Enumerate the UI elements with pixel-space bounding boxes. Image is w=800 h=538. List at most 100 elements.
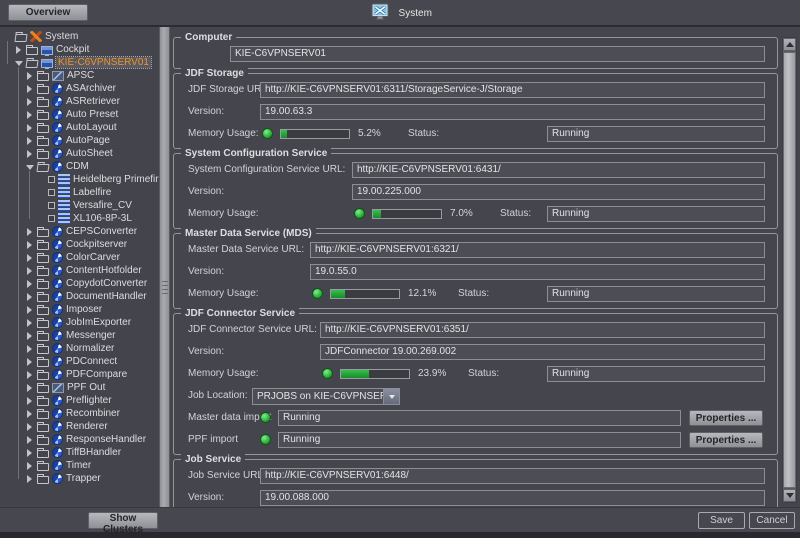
- expand-arrow-icon[interactable]: [26, 267, 34, 275]
- expand-arrow-icon[interactable]: [26, 137, 34, 145]
- expand-arrow-icon[interactable]: [26, 371, 34, 379]
- tree-item-asretriever[interactable]: ASRetriever: [0, 95, 159, 108]
- expand-arrow-icon[interactable]: [26, 293, 34, 301]
- expand-arrow-icon[interactable]: [26, 332, 34, 340]
- collapse-arrow-icon[interactable]: [26, 163, 34, 171]
- cancel-button[interactable]: Cancel: [749, 512, 795, 529]
- job-location-select[interactable]: PRJOBS on KIE-C6VPNSERV01: [252, 388, 400, 405]
- version-field[interactable]: 19.0.55.0: [310, 264, 765, 280]
- computer-name-field[interactable]: KIE-C6VPNSERV01: [230, 46, 765, 62]
- tree-item-apsc[interactable]: APSC: [0, 69, 159, 82]
- scroll-down-button[interactable]: [783, 489, 796, 502]
- tree-item-cockpitserver[interactable]: Cockpitserver: [0, 238, 159, 251]
- tree-item-documenthandler[interactable]: DocumentHandler: [0, 290, 159, 303]
- expand-arrow-icon[interactable]: [15, 46, 23, 54]
- system-configuration-service-url-field[interactable]: http://KIE-C6VPNSERV01:6431/: [352, 162, 765, 178]
- checkbox-icon[interactable]: [48, 189, 55, 196]
- tree-item-timer[interactable]: Timer: [0, 459, 159, 472]
- expand-arrow-icon[interactable]: [26, 228, 34, 236]
- checkbox-icon[interactable]: [48, 202, 55, 209]
- expand-arrow-icon[interactable]: [26, 241, 34, 249]
- checkbox-icon[interactable]: [48, 176, 55, 183]
- tree-item-autolayout[interactable]: AutoLayout: [0, 121, 159, 134]
- master-data-service-url-field[interactable]: http://KIE-C6VPNSERV01:6321/: [310, 242, 765, 258]
- tree-item-autosheet[interactable]: AutoSheet: [0, 147, 159, 160]
- expand-arrow-icon[interactable]: [26, 98, 34, 106]
- tree-item-kie-c6vpnserv01[interactable]: KIE-C6VPNSERV01: [0, 56, 159, 69]
- version-field[interactable]: 19.00.63.3: [260, 104, 765, 120]
- tree-item-tiffbhandler[interactable]: TiffBHandler: [0, 446, 159, 459]
- tree-item-pdfcompare[interactable]: PDFCompare: [0, 368, 159, 381]
- jdf-storage-url-field[interactable]: http://KIE-C6VPNSERV01:6311/StorageServi…: [260, 82, 765, 98]
- tree-item-asarchiver[interactable]: ASArchiver: [0, 82, 159, 95]
- tree-item-cockpit[interactable]: Cockpit: [0, 43, 159, 56]
- tree-item-versafire-cv[interactable]: Versafire_CV: [0, 199, 159, 212]
- collapse-arrow-icon[interactable]: [15, 59, 23, 67]
- status-field[interactable]: Running: [547, 126, 765, 142]
- tree-item-messenger[interactable]: Messenger: [0, 329, 159, 342]
- tree-item-pdconnect[interactable]: PDConnect: [0, 355, 159, 368]
- ppf-import-properties-button[interactable]: Properties ...: [689, 432, 763, 448]
- status-field[interactable]: Running: [547, 366, 765, 382]
- job-service-url-field[interactable]: http://KIE-C6VPNSERV01:6448/: [260, 468, 765, 484]
- tree-item-recombiner[interactable]: Recombiner: [0, 407, 159, 420]
- status-field[interactable]: Running: [547, 286, 765, 302]
- tree-item-heidelberg-primefire-106[interactable]: Heidelberg Primefire 106: [0, 173, 159, 186]
- scroll-up-button[interactable]: [783, 38, 796, 51]
- tree-item-colorcarver[interactable]: ColorCarver: [0, 251, 159, 264]
- expand-arrow-icon[interactable]: [26, 410, 34, 418]
- panel-splitter[interactable]: [159, 27, 170, 532]
- master-data-import-field[interactable]: Running: [278, 410, 681, 426]
- ppf-import-field[interactable]: Running: [278, 432, 681, 448]
- checkbox-icon[interactable]: [48, 215, 55, 222]
- tree-item-preflighter[interactable]: Preflighter: [0, 394, 159, 407]
- expand-arrow-icon[interactable]: [26, 345, 34, 353]
- tree-item-autopage[interactable]: AutoPage: [0, 134, 159, 147]
- dropdown-arrow-icon[interactable]: [383, 389, 399, 404]
- vertical-scrollbar[interactable]: [782, 37, 797, 503]
- version-field[interactable]: 19.00.088.000: [260, 490, 765, 506]
- expand-arrow-icon[interactable]: [26, 449, 34, 457]
- expand-arrow-icon[interactable]: [26, 124, 34, 132]
- tree-item-renderer[interactable]: Renderer: [0, 420, 159, 433]
- tree-item-cdm[interactable]: CDM: [0, 160, 159, 173]
- tree-item-labelfire[interactable]: Labelfire: [0, 186, 159, 199]
- version-field[interactable]: JDFConnector 19.00.269.002: [320, 344, 765, 360]
- row-master-data-import: Master data importRunningProperties ...: [180, 410, 771, 426]
- expand-arrow-icon[interactable]: [26, 85, 34, 93]
- jdf-connector-service-url-field[interactable]: http://KIE-C6VPNSERV01:6351/: [320, 322, 765, 338]
- version-field[interactable]: 19.00.225.000: [352, 184, 765, 200]
- expand-arrow-icon[interactable]: [26, 150, 34, 158]
- expand-arrow-icon[interactable]: [26, 462, 34, 470]
- tree-item-responsehandler[interactable]: ResponseHandler: [0, 433, 159, 446]
- expand-arrow-icon[interactable]: [26, 384, 34, 392]
- tree-item-xl106-8p-3l[interactable]: XL106-8P-3L: [0, 212, 159, 225]
- expand-arrow-icon[interactable]: [26, 436, 34, 444]
- expand-arrow-icon[interactable]: [26, 319, 34, 327]
- expand-arrow-icon[interactable]: [26, 306, 34, 314]
- tree-item-cepsconverter[interactable]: CEPSConverter: [0, 225, 159, 238]
- tree-item-imposer[interactable]: Imposer: [0, 303, 159, 316]
- tree-item-system[interactable]: System: [0, 30, 159, 43]
- tree-item-ppf-out[interactable]: PPF Out: [0, 381, 159, 394]
- tree-item-normalizer[interactable]: Normalizer: [0, 342, 159, 355]
- expand-arrow-icon[interactable]: [26, 254, 34, 262]
- scrollbar-thumb[interactable]: [783, 52, 796, 488]
- expand-arrow-icon[interactable]: [26, 423, 34, 431]
- tree-item-trapper[interactable]: Trapper: [0, 472, 159, 485]
- status-field[interactable]: Running: [547, 206, 765, 222]
- expand-arrow-icon[interactable]: [26, 72, 34, 80]
- expand-arrow-icon[interactable]: [26, 358, 34, 366]
- expand-arrow-icon[interactable]: [26, 475, 34, 483]
- overview-button[interactable]: Overview: [8, 4, 88, 21]
- expand-arrow-icon[interactable]: [26, 397, 34, 405]
- save-button[interactable]: Save: [698, 512, 745, 529]
- tree-item-auto-preset[interactable]: Auto Preset: [0, 108, 159, 121]
- expand-arrow-icon[interactable]: [26, 280, 34, 288]
- expand-arrow-icon[interactable]: [26, 111, 34, 119]
- tree-item-contenthotfolder[interactable]: ContentHotfolder: [0, 264, 159, 277]
- master-data-import-properties-button[interactable]: Properties ...: [689, 410, 763, 426]
- show-clusters-button[interactable]: Show Clusters: [88, 512, 158, 529]
- tree-item-copydotconverter[interactable]: CopydotConverter: [0, 277, 159, 290]
- tree-item-jobimexporter[interactable]: JobImExporter: [0, 316, 159, 329]
